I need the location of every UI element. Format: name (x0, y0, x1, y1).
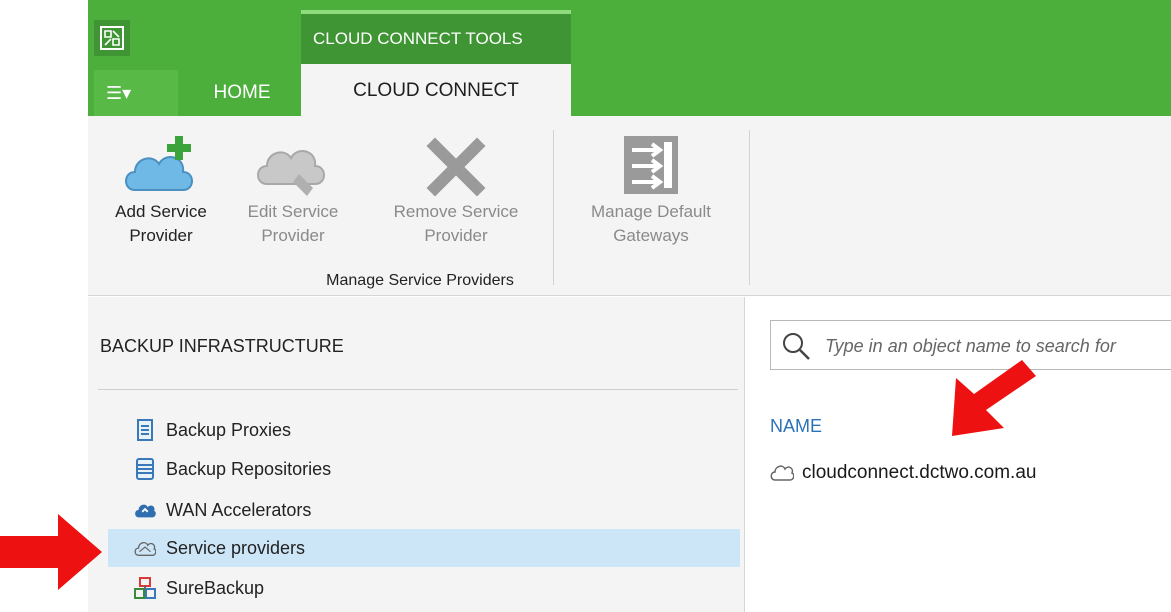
ribbon-label-line1: Manage Default (590, 202, 712, 221)
cloud-edit-icon (257, 150, 325, 196)
server-icon (134, 419, 156, 441)
sidebar-item-surebackup[interactable]: SureBackup (108, 569, 740, 607)
ribbon-label-line2: Provider (129, 226, 193, 245)
list-item[interactable]: cloudconnect.dctwo.com.au (770, 458, 1036, 488)
surebackup-icon (134, 577, 156, 599)
sidebar-item-backup-proxies[interactable]: Backup Proxies (108, 411, 740, 449)
cloud-provider-icon (770, 464, 794, 482)
remove-service-provider-button[interactable]: Remove Service Provider (366, 124, 546, 248)
ribbon-separator (749, 130, 750, 285)
sidebar-item-label: Backup Proxies (166, 419, 292, 440)
edit-service-provider-button[interactable]: Edit Service Provider (228, 124, 358, 248)
cloud-add-icon (125, 136, 193, 191)
ribbon-separator (553, 130, 554, 285)
sidebar-item-wan-accelerators[interactable]: WAN Accelerators (108, 491, 740, 529)
tab-cloud-connect[interactable]: CLOUD CONNECT (301, 64, 571, 118)
gateways-icon (624, 136, 678, 194)
sidebar-item-label: SureBackup (166, 577, 265, 598)
sidebar-item-label: WAN Accelerators (166, 499, 312, 520)
column-header-name[interactable]: NAME (770, 416, 822, 437)
ribbon-group-label: Manage Service Providers (326, 272, 514, 289)
app-logo-icon (94, 20, 130, 56)
add-service-provider-button[interactable]: Add Service Provider (96, 124, 226, 248)
ribbon-label-line1: Remove Service (393, 202, 519, 221)
sidebar-item-label: Backup Repositories (166, 458, 332, 479)
cloud-sync-icon (134, 499, 156, 521)
pane-divider (98, 389, 738, 390)
ribbon-label-line1: Edit Service (247, 202, 339, 221)
sidebar-item-label: Service providers (166, 537, 306, 558)
annotation-arrow-down-left-icon (952, 360, 1036, 436)
ribbon-label-line2: Provider (261, 226, 325, 245)
ribbon-label-line2: Provider (424, 226, 488, 245)
tab-home[interactable]: HOME (188, 70, 296, 116)
sidebar-item-backup-repositories[interactable]: Backup Repositories (108, 450, 740, 488)
main-menu-button[interactable]: ☰▾ (94, 70, 178, 116)
database-icon (134, 458, 156, 480)
pane-title: BACKUP INFRASTRUCTURE (100, 336, 344, 356)
service-provider-name: cloudconnect.dctwo.com.au (802, 462, 1037, 483)
cloud-provider-icon (134, 537, 156, 559)
search-icon (783, 333, 810, 360)
sidebar-item-service-providers[interactable]: Service providers (108, 529, 740, 567)
annotation-arrow-right-icon (0, 514, 102, 590)
ribbon-label-line2: Gateways (613, 226, 689, 245)
ribbon-label-line1: Add Service (115, 202, 207, 221)
remove-x-icon (426, 137, 486, 197)
manage-default-gateways-button[interactable]: Manage Default Gateways (562, 124, 740, 248)
contextual-tab-header: CLOUD CONNECT TOOLS (301, 10, 571, 64)
